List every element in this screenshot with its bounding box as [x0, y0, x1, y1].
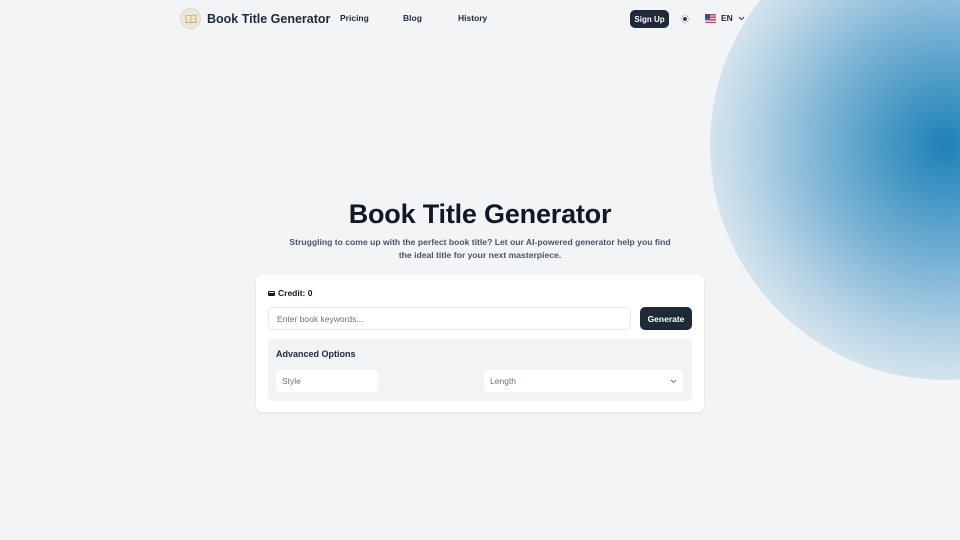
length-select[interactable]: Length	[484, 370, 683, 392]
chevron-down-icon	[738, 16, 745, 20]
nav-pricing[interactable]: Pricing	[340, 13, 369, 23]
nav-blog[interactable]: Blog	[403, 13, 422, 23]
advanced-options-title: Advanced Options	[276, 349, 356, 359]
top-nav: Book Title Generator Pricing Blog Histor…	[0, 0, 960, 38]
style-input[interactable]	[276, 370, 378, 392]
page-subtitle: Struggling to come up with the perfect b…	[289, 237, 671, 260]
credit-label: Credit: 0	[278, 288, 313, 298]
logo-text: Book Title Generator	[207, 11, 331, 26]
us-flag-icon	[705, 13, 716, 23]
length-select-value: Length	[490, 376, 516, 386]
advanced-options-panel: Advanced Options Length	[268, 339, 692, 401]
language-selector[interactable]: EN	[705, 13, 745, 23]
page-title: Book Title Generator	[348, 199, 612, 229]
decorative-gradient-blob	[710, 0, 960, 380]
generate-button[interactable]: Generate	[640, 307, 692, 330]
credit-display: Credit: 0	[268, 288, 312, 298]
nav-history[interactable]: History	[458, 13, 487, 23]
chevron-down-icon	[670, 379, 677, 383]
logo-link[interactable]: Book Title Generator	[180, 8, 330, 29]
generator-card: Credit: 0 Generate Advanced Options Leng…	[256, 275, 704, 412]
open-book-icon	[180, 8, 201, 29]
language-code: EN	[721, 13, 733, 23]
theme-toggle-button[interactable]	[679, 13, 691, 25]
sign-up-button[interactable]: Sign Up	[630, 10, 669, 28]
sun-icon	[680, 14, 690, 24]
keywords-input[interactable]	[268, 307, 631, 330]
credit-card-icon	[268, 290, 275, 296]
